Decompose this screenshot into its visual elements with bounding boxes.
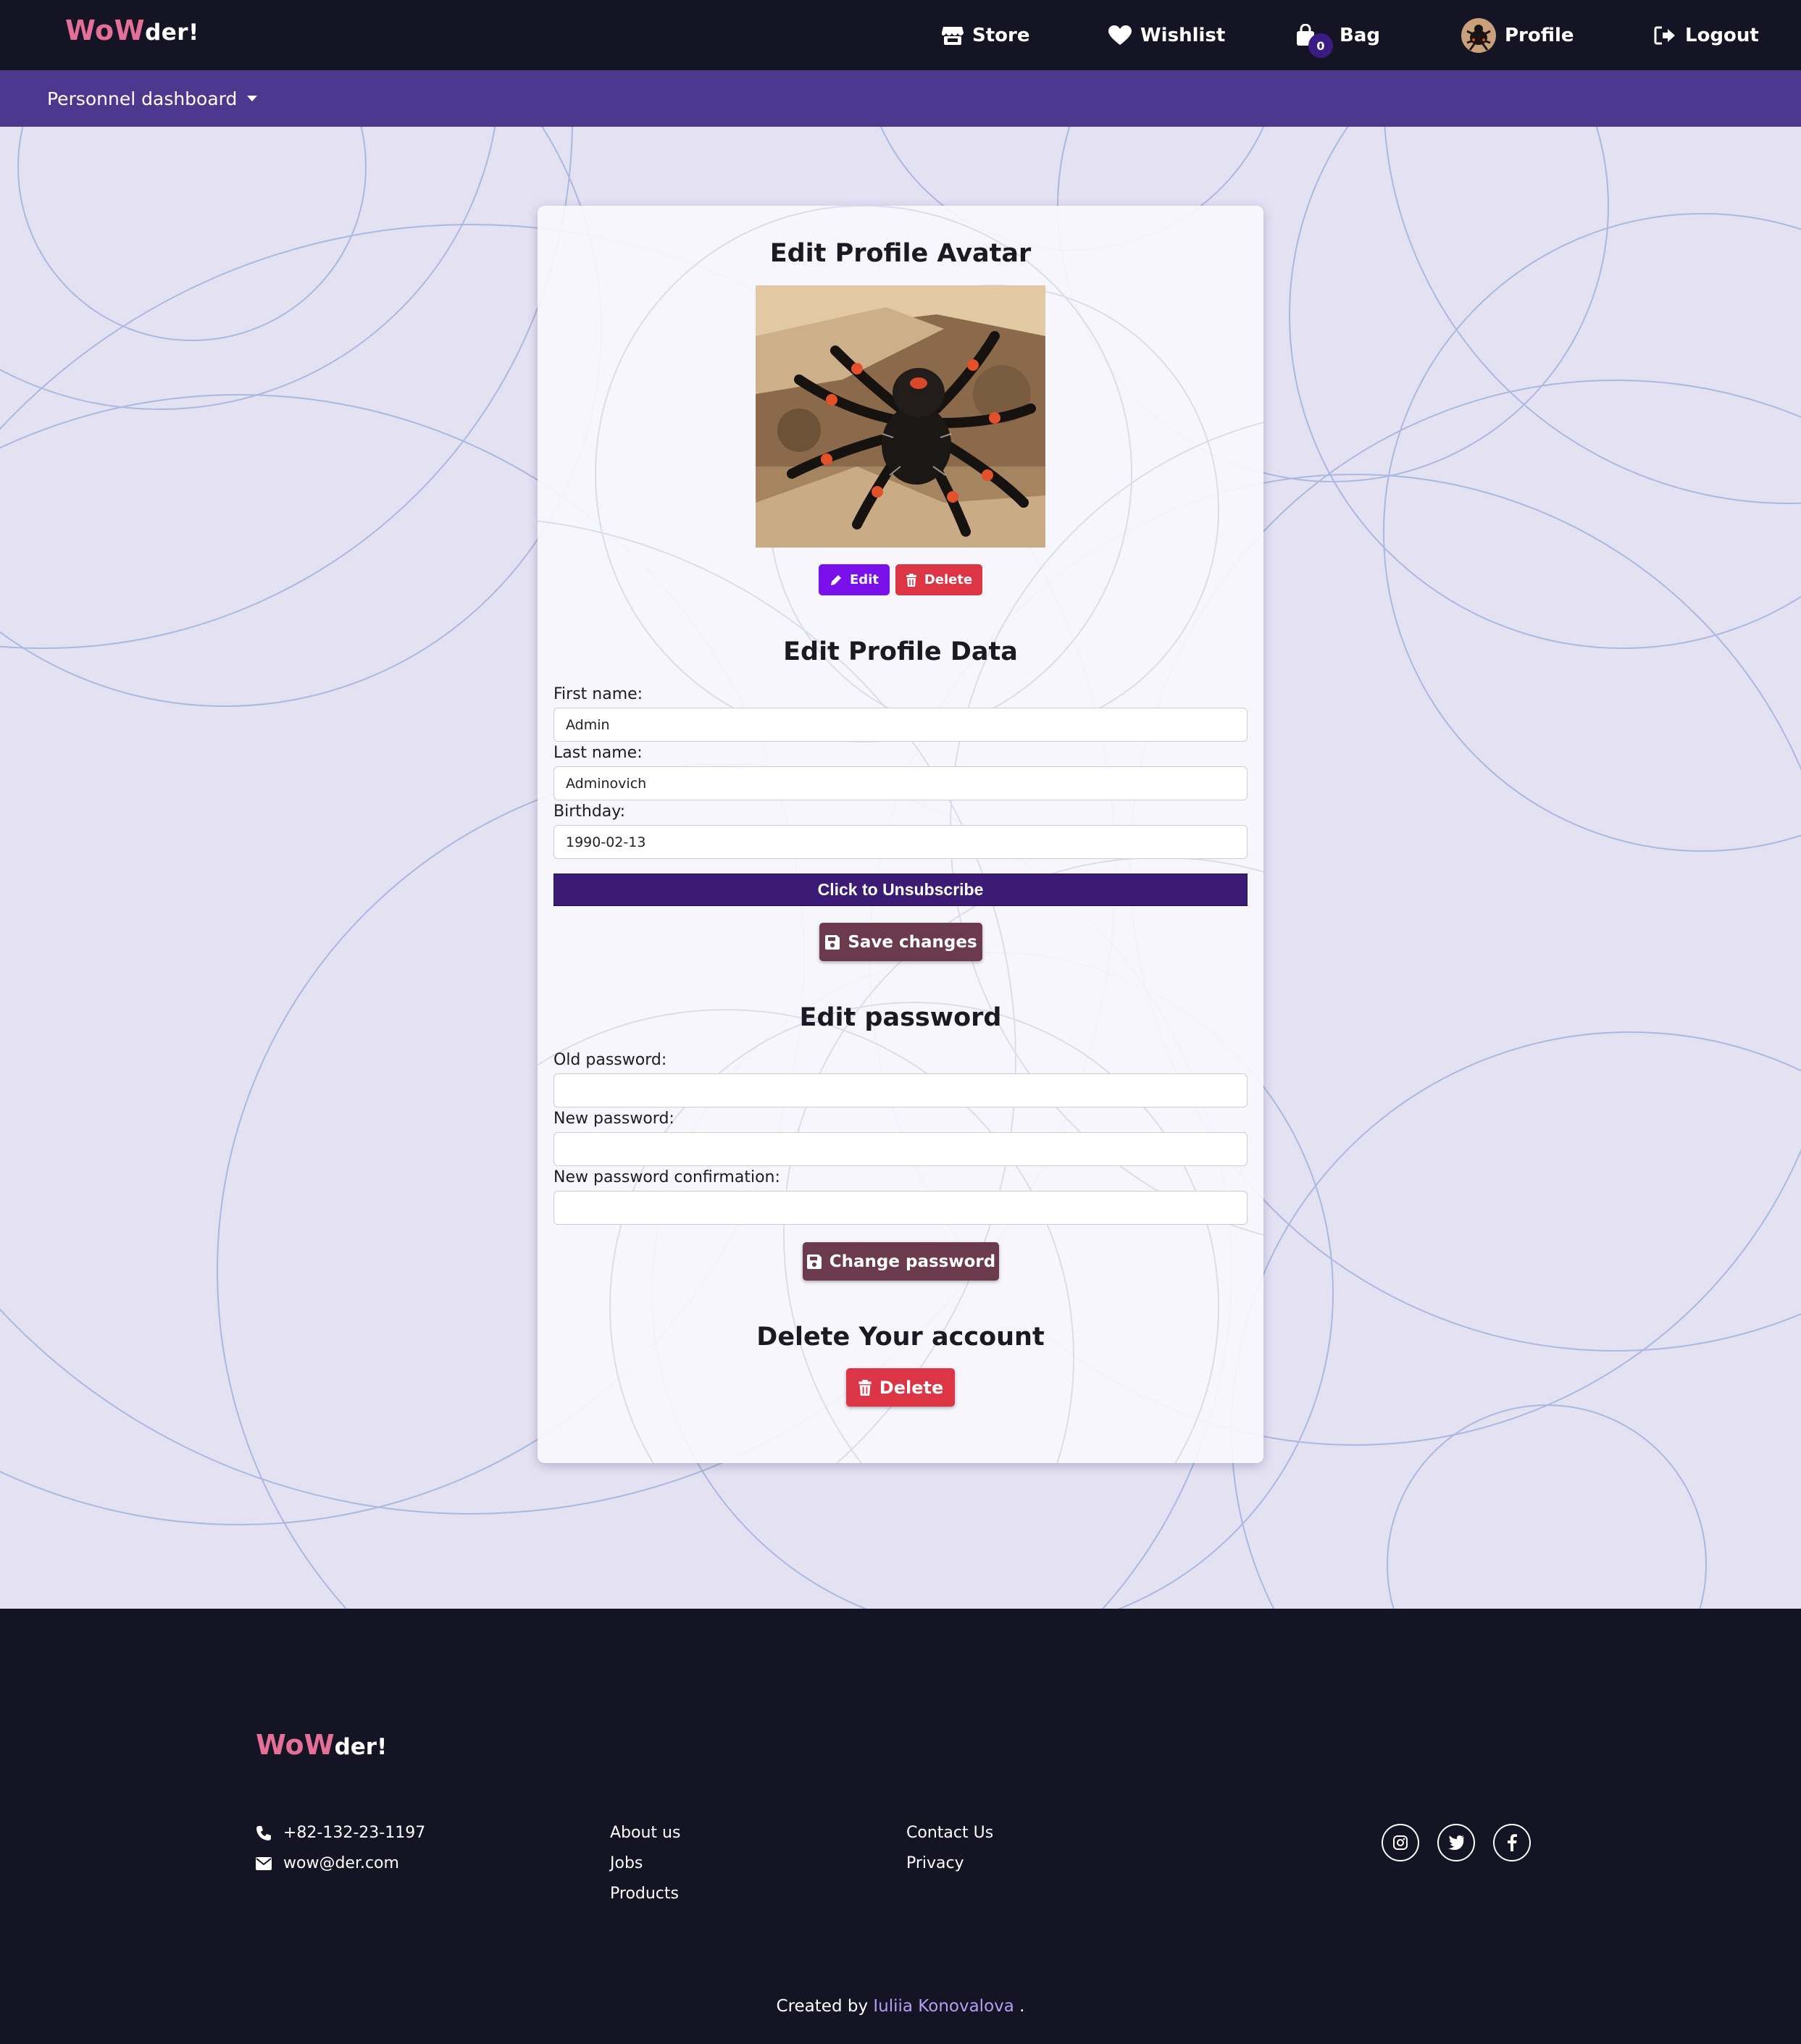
- new-password-field[interactable]: [553, 1132, 1248, 1166]
- personnel-dashboard-dropdown[interactable]: Personnel dashboard: [47, 70, 258, 127]
- footer-brand-logo[interactable]: WoWder!: [256, 1729, 387, 1761]
- change-password-button[interactable]: Change password: [803, 1242, 999, 1281]
- envelope-icon: [256, 1856, 272, 1870]
- brand-part-2: der!: [145, 20, 199, 46]
- nav-wishlist-label: Wishlist: [1140, 24, 1226, 46]
- instagram-icon[interactable]: [1382, 1824, 1419, 1861]
- confirm-password-label: New password confirmation:: [553, 1168, 780, 1186]
- pencil-icon: [831, 574, 842, 585]
- footer-link-jobs[interactable]: Jobs: [610, 1854, 643, 1872]
- delete-account-label: Delete: [879, 1377, 944, 1398]
- top-navbar: WoWder! Store Wishlist Bag 0 Profile Log…: [0, 0, 1801, 70]
- birthday-field[interactable]: [553, 825, 1248, 859]
- floppy-disk-icon: [806, 1254, 822, 1269]
- nav-profile[interactable]: Profile: [1461, 0, 1574, 70]
- avatar-section-title: Edit Profile Avatar: [769, 239, 1032, 268]
- nav-profile-label: Profile: [1505, 24, 1574, 46]
- birthday-label: Birthday:: [553, 803, 626, 821]
- delete-avatar-button[interactable]: Delete: [895, 564, 982, 595]
- delete-account-section-title: Delete Your account: [756, 1323, 1045, 1352]
- nav-logout-label: Logout: [1685, 24, 1759, 46]
- brand-logo[interactable]: WoWder!: [65, 14, 199, 46]
- profile-avatar-image: [756, 285, 1045, 548]
- nav-logout[interactable]: Logout: [1653, 0, 1759, 70]
- nav-bag-label: Bag: [1340, 24, 1380, 46]
- edit-avatar-label: Edit: [850, 572, 879, 587]
- footer-email: wow@der.com: [256, 1854, 399, 1872]
- store-icon: [942, 26, 964, 45]
- profile-edit-card: Edit Profile Avatar Edit Delete Edit Pro…: [538, 206, 1263, 1463]
- dashboard-dropdown-label: Personnel dashboard: [47, 88, 238, 109]
- profile-avatar-icon: [1461, 17, 1496, 53]
- first-name-field[interactable]: [553, 708, 1248, 742]
- brand-part-1: WoW: [65, 14, 146, 46]
- footer-email-text: wow@der.com: [283, 1854, 399, 1872]
- credits-suffix: .: [1019, 1997, 1025, 2016]
- footer-brand-part-1: WoW: [256, 1729, 335, 1761]
- unsubscribe-button[interactable]: Click to Unsubscribe: [553, 874, 1248, 906]
- confirm-password-field[interactable]: [553, 1191, 1248, 1225]
- last-name-label: Last name:: [553, 744, 643, 762]
- footer-phone-text: +82-132-23-1197: [283, 1824, 426, 1842]
- footer-link-contact[interactable]: Contact Us: [906, 1824, 993, 1842]
- phone-icon: [256, 1825, 271, 1840]
- first-name-label: First name:: [553, 685, 643, 703]
- footer-link-products[interactable]: Products: [610, 1885, 679, 1903]
- nav-wishlist[interactable]: Wishlist: [1108, 0, 1225, 70]
- bag-count-badge: 0: [1308, 33, 1333, 58]
- save-changes-label: Save changes: [848, 932, 977, 952]
- new-password-label: New password:: [553, 1110, 674, 1128]
- trash-icon: [858, 1379, 872, 1396]
- site-footer: WoWder! +82-132-23-1197 wow@der.com Abou…: [0, 1609, 1801, 2044]
- footer-brand-part-2: der!: [334, 1734, 388, 1760]
- footer-link-privacy[interactable]: Privacy: [906, 1854, 964, 1872]
- nav-bag[interactable]: Bag: [1295, 0, 1380, 70]
- footer-link-about[interactable]: About us: [610, 1824, 680, 1842]
- dashboard-subnav: Personnel dashboard: [0, 70, 1801, 127]
- delete-account-button[interactable]: Delete: [846, 1368, 955, 1407]
- old-password-field[interactable]: [553, 1073, 1248, 1107]
- caret-down-icon: [247, 96, 258, 101]
- footer-credits: Created by Iuliia Konovalova .: [0, 1997, 1801, 2016]
- nav-store[interactable]: Store: [942, 0, 1029, 70]
- profile-data-section-title: Edit Profile Data: [783, 637, 1018, 666]
- nav-store-label: Store: [972, 24, 1030, 46]
- credits-prefix: Created by: [776, 1997, 869, 2016]
- credits-author-link[interactable]: Iuliia Konovalova: [873, 1997, 1014, 2016]
- edit-avatar-button[interactable]: Edit: [819, 564, 890, 595]
- floppy-disk-icon: [825, 934, 840, 950]
- twitter-icon[interactable]: [1437, 1824, 1475, 1861]
- logout-icon: [1654, 26, 1675, 44]
- trash-icon: [906, 573, 916, 587]
- change-password-label: Change password: [829, 1252, 996, 1271]
- heart-icon: [1108, 25, 1132, 45]
- last-name-field[interactable]: [553, 766, 1248, 800]
- save-changes-button[interactable]: Save changes: [819, 923, 982, 961]
- delete-avatar-label: Delete: [924, 572, 973, 587]
- facebook-icon[interactable]: [1493, 1824, 1531, 1861]
- password-section-title: Edit password: [799, 1003, 1002, 1032]
- old-password-label: Old password:: [553, 1051, 667, 1069]
- footer-phone: +82-132-23-1197: [256, 1824, 425, 1842]
